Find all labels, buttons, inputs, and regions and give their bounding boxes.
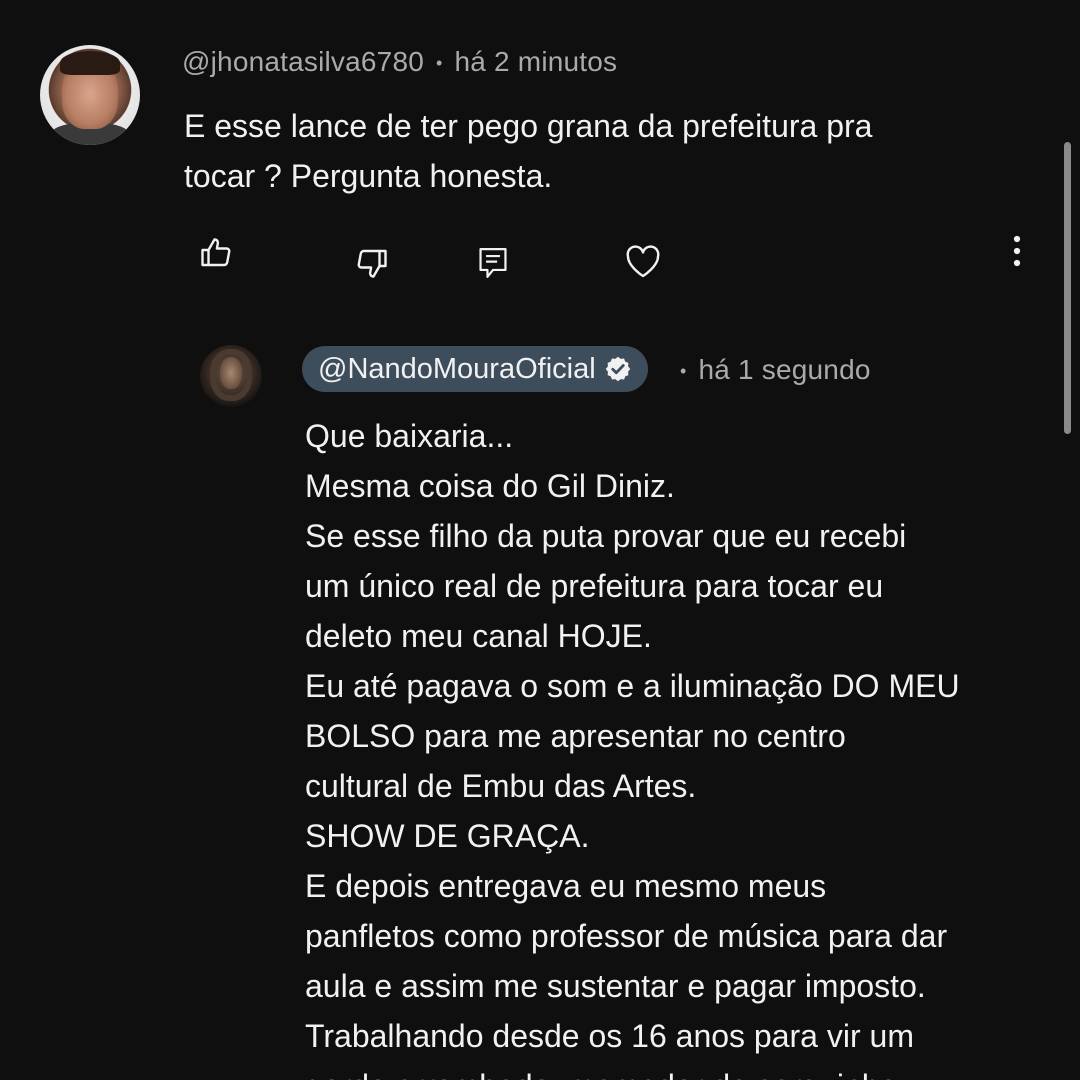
reply-line: panfletos como professor de música para … [305,918,948,954]
reply-icon[interactable] [476,245,510,281]
reply-body: Que baixaria... Mesma coisa do Gil Diniz… [305,411,1065,1080]
comment-author[interactable]: @jhonatasilva6780 [182,46,424,77]
reply-line: Eu até pagava o som e a iluminação DO ME… [305,668,960,704]
reply-line: aula e assim me sustentar e pagar impost… [305,968,926,1004]
reply-line: Trabalhando desde os 16 anos para vir um [305,1018,914,1054]
verified-icon [605,356,630,382]
reply-line: Que baixaria... [305,418,514,454]
scrollbar[interactable] [1064,142,1071,434]
reply-line: Se esse filho da puta provar que eu rece… [305,518,907,554]
more-vert-icon[interactable] [1004,233,1030,269]
separator-dot: • [680,361,687,382]
reply-time: há 1 segundo [698,354,871,385]
reply-line: Mesma coisa do Gil Diniz. [305,468,675,504]
comment-thread: @jhonatasilva6780 • há 2 minutos E esse la… [0,0,1080,1080]
reply-line: SHOW DE GRAÇA. [305,818,590,854]
comment-line: E esse lance de ter pego grana da prefei… [184,108,873,144]
reply-line: deleto meu canal HOJE. [305,618,652,654]
comment-line: tocar ? Pergunta honesta. [184,158,553,194]
reply-line: um único real de prefeitura para tocar e… [305,568,884,604]
reply-meta: • há 1 segundo [680,354,871,386]
separator-dot: • [436,53,443,74]
reply-line: gordo arrombado, mamador de sarquinho [305,1061,1065,1080]
reply-avatar[interactable] [200,345,262,407]
reply-line: BOLSO para me apresentar no centro [305,718,846,754]
reply-author: @NandoMouraOficial [318,352,596,385]
thumbs-up-icon[interactable] [198,235,234,271]
heart-icon[interactable] [624,243,662,279]
comment-body: E esse lance de ter pego grana da prefei… [184,101,1004,201]
comment-time: há 2 minutos [454,46,618,77]
reply-line: cultural de Embu das Artes. [305,768,697,804]
author-badge[interactable]: @NandoMouraOficial [302,346,648,392]
reply-line: E depois entregava eu mesmo meus [305,868,827,904]
comment-meta: @jhonatasilva6780 • há 2 minutos [182,46,617,78]
avatar[interactable] [40,45,140,145]
thumbs-down-icon[interactable] [354,245,390,281]
